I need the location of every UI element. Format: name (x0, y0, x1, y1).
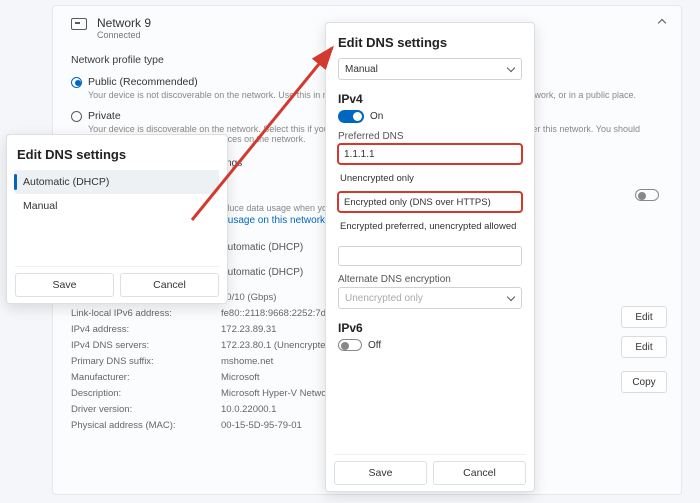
popup-title: Edit DNS settings (338, 35, 522, 50)
prop-val: 00-15-5D-95-79-01 (221, 418, 302, 434)
alternate-dns-input[interactable] (338, 246, 522, 266)
public-label: Public (Recommended) (88, 76, 198, 88)
prop-key: IPv4 DNS servers: (71, 338, 221, 354)
enc-option-preferred[interactable]: Encrypted preferred, unencrypted allowed (338, 216, 522, 236)
prop-key: Physical address (MAC): (71, 418, 221, 434)
enc-option-https[interactable]: Encrypted only (DNS over HTTPS) (338, 192, 522, 212)
mode-value: Manual (345, 64, 378, 75)
chevron-down-icon (507, 294, 515, 302)
prop-val: 172.23.80.1 (Unencrypted) (221, 338, 334, 354)
prop-key: IPv4 address: (71, 322, 221, 338)
dns-settings-popup-dropdown: Edit DNS settings Automatic (DHCP) Manua… (6, 134, 228, 304)
popup-title: Edit DNS settings (17, 147, 217, 162)
prop-key: Primary DNS suffix: (71, 354, 221, 370)
alternate-enc-value: Unencrypted only (345, 293, 423, 304)
chevron-down-icon (507, 65, 515, 73)
cancel-button[interactable]: Cancel (120, 273, 219, 297)
private-label: Private (88, 110, 121, 122)
prop-val: mshome.net (221, 354, 273, 370)
network-name: Network 9 (97, 16, 151, 30)
edit-dns-button[interactable]: Edit (621, 336, 667, 358)
save-button[interactable]: Save (15, 273, 114, 297)
collapse-icon[interactable] (657, 16, 667, 26)
ip-assign-value: Automatic (DHCP) (221, 242, 303, 253)
prop-val: 172.23.89.31 (221, 322, 276, 338)
option-automatic[interactable]: Automatic (DHCP) (15, 170, 219, 194)
alternate-enc-label: Alternate DNS encryption (338, 274, 522, 285)
edit-ip-button[interactable]: Edit (621, 306, 667, 328)
ipv4-heading: IPv4 (338, 92, 522, 106)
preferred-dns-input[interactable]: 1.1.1.1 (338, 144, 522, 164)
enc-option-unencrypted[interactable]: Unencrypted only (338, 168, 522, 188)
dns-assign-value: Automatic (DHCP) (221, 267, 303, 278)
preferred-dns-value: 1.1.1.1 (344, 149, 375, 160)
preferred-dns-label: Preferred DNS (338, 131, 522, 142)
ipv6-off-label: Off (368, 340, 381, 351)
ipv6-heading: IPv6 (338, 321, 522, 335)
copy-button[interactable]: Copy (621, 371, 667, 393)
ipv4-on-label: On (370, 111, 383, 122)
prop-key: Manufacturer: (71, 370, 221, 386)
prop-val: 10/10 (Gbps) (221, 290, 276, 306)
ipv4-toggle[interactable] (338, 110, 364, 123)
prop-val: Microsoft (221, 370, 260, 386)
option-manual[interactable]: Manual (15, 194, 219, 218)
cancel-button[interactable]: Cancel (433, 461, 526, 485)
radio-icon (71, 111, 82, 122)
prop-key: Driver version: (71, 402, 221, 418)
save-button[interactable]: Save (334, 461, 427, 485)
dns-settings-popup-manual: Edit DNS settings Manual IPv4 On Preferr… (325, 22, 535, 492)
radio-icon (71, 77, 82, 88)
metered-toggle[interactable] (635, 189, 659, 201)
prop-key: Link-local IPv6 address: (71, 306, 221, 322)
mode-select[interactable]: Manual (338, 58, 522, 80)
prop-val: 10.0.22000.1 (221, 402, 276, 418)
alternate-enc-select: Unencrypted only (338, 287, 522, 309)
network-status: Connected (97, 30, 151, 40)
prop-key: Description: (71, 386, 221, 402)
monitor-icon (71, 18, 87, 30)
ipv6-toggle[interactable] (338, 339, 362, 351)
